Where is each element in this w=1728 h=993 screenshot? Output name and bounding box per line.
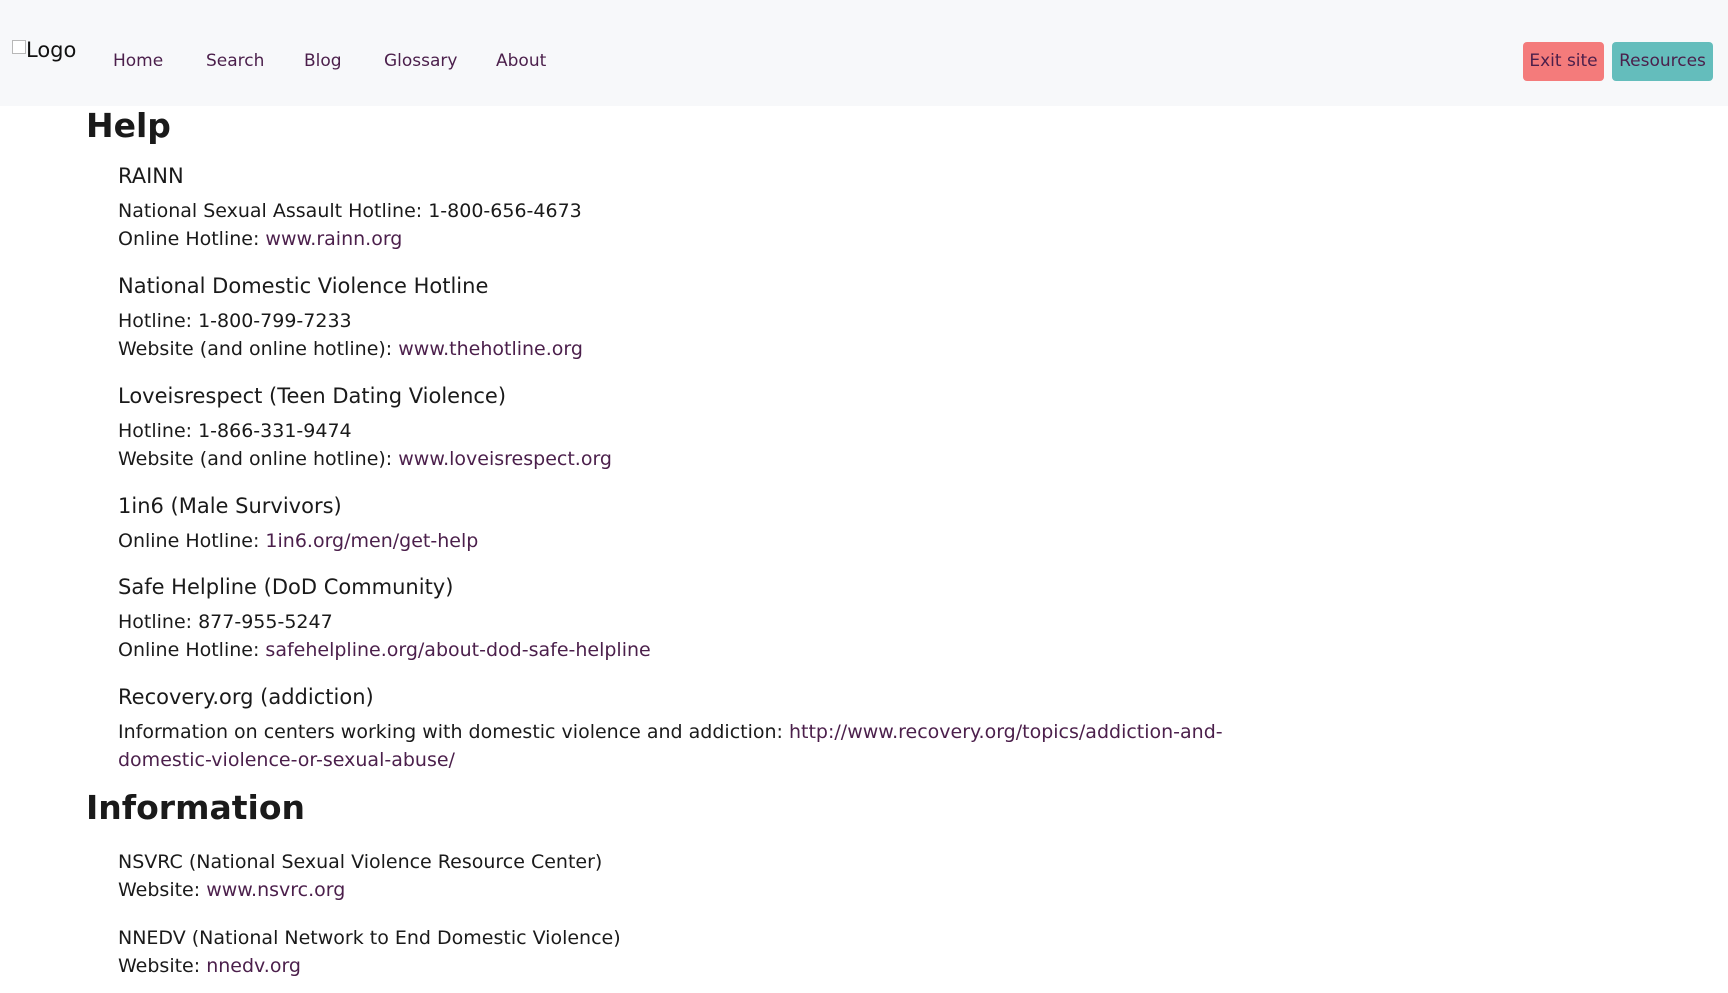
org-name-nsvrc: NSVRC (National Sexual Violence Resource…: [118, 851, 603, 873]
org-line: Hotline: 1-866-331-9474: [118, 420, 352, 442]
org-line: domestic-violence-or-sexual-abuse/: [118, 746, 455, 774]
logo-alt-text: Logo: [26, 38, 77, 62]
org-line: Information on centers working with dome…: [118, 721, 1223, 743]
org-line: Online Hotline: www.rainn.org: [118, 228, 403, 250]
1in6-link[interactable]: 1in6.org/men/get-help: [265, 530, 478, 552]
org-line: Website (and online hotline): www.loveis…: [118, 448, 612, 470]
loveisrespect-link[interactable]: www.loveisrespect.org: [398, 448, 612, 470]
org-name-nnedv: NNEDV (National Network to End Domestic …: [118, 927, 621, 949]
resources-button[interactable]: Resources: [1612, 42, 1713, 81]
org-name-loveisrespect: Loveisrespect (Teen Dating Violence): [118, 384, 507, 408]
nsvrc-link[interactable]: www.nsvrc.org: [206, 879, 345, 901]
help-heading: Help: [86, 106, 171, 145]
org-line: Website (and online hotline): www.thehot…: [118, 338, 583, 360]
nav-about-link[interactable]: About: [496, 50, 546, 72]
site-logo[interactable]: Logo: [12, 40, 76, 61]
org-line: National Sexual Assault Hotline: 1-800-6…: [118, 200, 582, 222]
rainn-link[interactable]: www.rainn.org: [265, 228, 402, 250]
org-line: Hotline: 877-955-5247: [118, 611, 333, 633]
nav-glossary-link[interactable]: Glossary: [384, 50, 457, 72]
nav-blog-link[interactable]: Blog: [304, 50, 342, 72]
nnedv-link[interactable]: nnedv.org: [206, 955, 301, 977]
org-name-rainn: RAINN: [118, 164, 184, 188]
top-navigation-bar: Logo Home Search Blog Glossary About Exi…: [0, 0, 1728, 106]
org-name-ndvh: National Domestic Violence Hotline: [118, 274, 489, 298]
org-name-recovery: Recovery.org (addiction): [118, 685, 374, 709]
broken-image-icon: [12, 40, 26, 54]
recovery-link-continued[interactable]: domestic-violence-or-sexual-abuse/: [118, 749, 455, 771]
safehelpline-link[interactable]: safehelpline.org/about-dod-safe-helpline: [265, 639, 650, 661]
recovery-link[interactable]: http://www.recovery.org/topics/addiction…: [789, 721, 1223, 743]
information-heading: Information: [86, 788, 305, 827]
org-line: Website: www.nsvrc.org: [118, 879, 346, 901]
org-line: Online Hotline: safehelpline.org/about-d…: [118, 639, 651, 661]
nav-home-link[interactable]: Home: [113, 50, 163, 72]
org-name-1in6: 1in6 (Male Survivors): [118, 494, 342, 518]
org-name-safe-helpline: Safe Helpline (DoD Community): [118, 575, 454, 599]
thehotline-link[interactable]: www.thehotline.org: [398, 338, 583, 360]
nav-search-link[interactable]: Search: [206, 50, 264, 72]
org-line: Website: nnedv.org: [118, 955, 301, 977]
exit-site-button[interactable]: Exit site: [1523, 42, 1604, 81]
org-line: Online Hotline: 1in6.org/men/get-help: [118, 530, 479, 552]
org-line: Hotline: 1-800-799-7233: [118, 310, 352, 332]
